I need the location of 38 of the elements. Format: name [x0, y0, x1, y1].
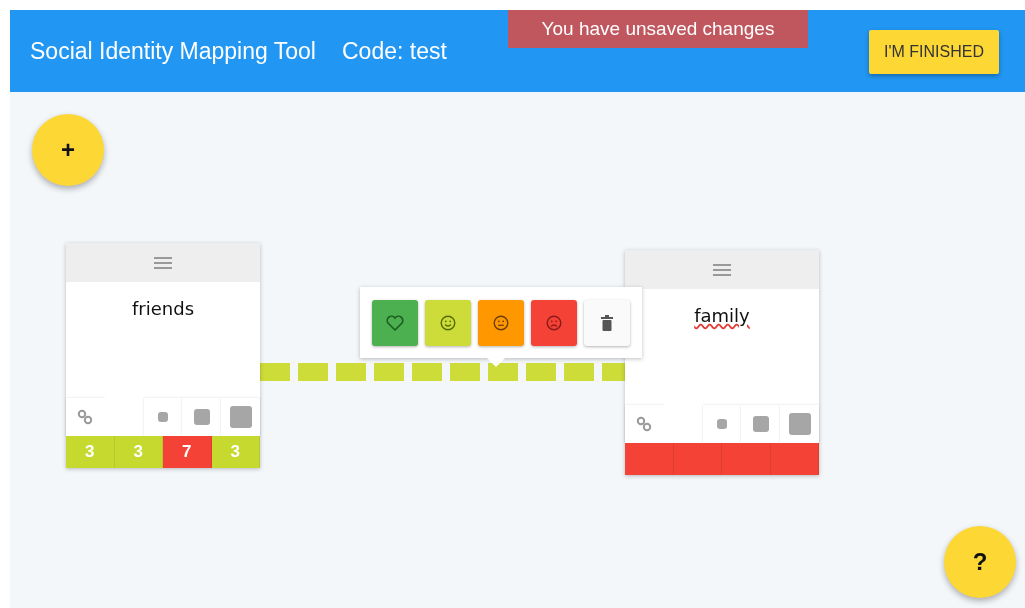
- size-small-button[interactable]: [143, 398, 183, 436]
- link-icon: [636, 416, 653, 432]
- rating-cell[interactable]: [625, 443, 674, 475]
- rating-cell[interactable]: 7: [163, 436, 212, 468]
- group-card[interactable]: family: [625, 250, 819, 475]
- link-icon: [77, 409, 94, 425]
- group-name: friends: [132, 298, 194, 321]
- size-medium-button[interactable]: [182, 398, 222, 436]
- sad-button[interactable]: [531, 299, 577, 346]
- neutral-button[interactable]: [478, 299, 524, 346]
- size-medium-button[interactable]: [741, 405, 781, 443]
- rating-cell[interactable]: [673, 443, 722, 475]
- link-button[interactable]: [625, 405, 664, 443]
- unsaved-banner: You have unsaved changes: [508, 10, 808, 48]
- session-code: Code: test: [342, 37, 447, 65]
- group-name: family: [694, 305, 750, 328]
- rating-cell[interactable]: [770, 443, 819, 475]
- size-small-button[interactable]: [702, 405, 742, 443]
- group-card[interactable]: friends 3 3 7 3: [66, 243, 260, 468]
- sad-face-icon: [546, 314, 562, 331]
- heart-icon: [386, 314, 404, 331]
- finish-button[interactable]: I'M FINISHED: [869, 30, 999, 74]
- neutral-face-icon: [493, 314, 509, 331]
- heart-button[interactable]: [372, 299, 418, 346]
- trash-icon: [601, 314, 613, 331]
- link-button[interactable]: [66, 398, 105, 436]
- connection-line[interactable]: [260, 362, 625, 382]
- drag-handle-icon[interactable]: [154, 256, 172, 269]
- drag-handle-icon[interactable]: [713, 263, 731, 276]
- help-button[interactable]: ?: [944, 526, 1016, 598]
- size-large-button[interactable]: [221, 398, 260, 436]
- smiley-icon: [440, 314, 456, 331]
- app-title: Social Identity Mapping Tool: [30, 37, 316, 65]
- add-button[interactable]: +: [32, 114, 104, 186]
- rating-cell[interactable]: [722, 443, 771, 475]
- delete-button[interactable]: [584, 299, 630, 346]
- size-large-button[interactable]: [780, 405, 819, 443]
- smile-button[interactable]: [425, 299, 471, 346]
